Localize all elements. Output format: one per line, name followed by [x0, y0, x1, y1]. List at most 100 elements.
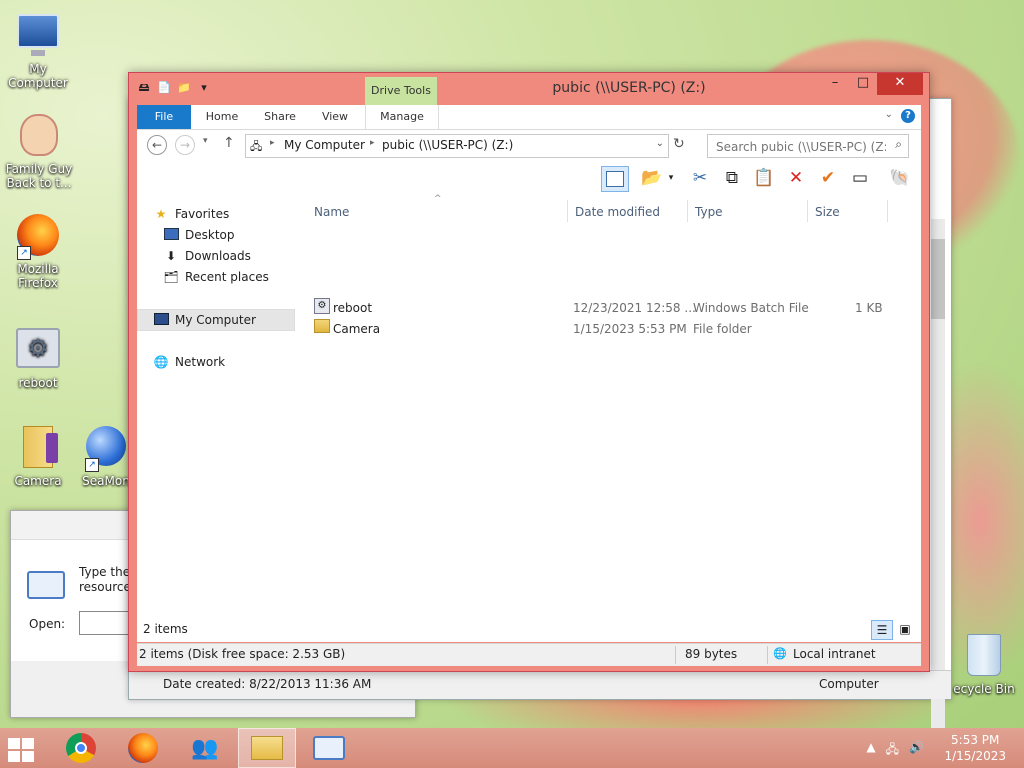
search-box[interactable]: ⌕ [707, 134, 909, 158]
tab-manage[interactable]: Manage [365, 105, 439, 129]
taskbar-file-explorer[interactable] [238, 728, 296, 768]
taskbar-chrome[interactable] [52, 728, 110, 768]
back-button[interactable]: ← [147, 135, 167, 155]
explorer-window[interactable]: 🖴 📄 📁 ▾ Drive Tools pubic (\\USER-PC) (Z… [128, 72, 930, 672]
nav-desktop[interactable]: Desktop [163, 225, 235, 245]
paste-icon[interactable]: 📋 [751, 166, 777, 190]
details-bar: 2 items (Disk free space: 2.53 GB) 89 by… [137, 643, 921, 666]
volume-icon[interactable]: 🔊 [909, 740, 924, 761]
tab-view[interactable]: View [313, 105, 357, 129]
address-bar[interactable]: 🖧 ▸ My Computer ▸ pubic (\\USER-PC) (Z:)… [245, 134, 669, 158]
expand-ribbon-icon[interactable]: ⌄ [885, 109, 893, 120]
customize-qat-icon[interactable]: ▾ [197, 81, 211, 95]
recent-locations-icon[interactable]: ▾ [203, 136, 208, 146]
column-divider[interactable] [887, 200, 888, 222]
preview-pane-icon[interactable] [601, 166, 629, 192]
shell-icon[interactable]: 🐚 [887, 166, 913, 190]
properties-icon[interactable]: ▭ [847, 166, 873, 190]
firefox-icon [128, 733, 158, 763]
breadcrumb-drive[interactable]: pubic (\\USER-PC) (Z:) [382, 138, 513, 152]
up-button[interactable]: ↑ [223, 135, 235, 151]
column-divider[interactable] [687, 200, 688, 222]
desktop-icon-family-guy[interactable]: Family Guy Back to t... [0, 112, 80, 190]
taskbar-users[interactable]: 👥 [176, 728, 234, 768]
title-bar[interactable]: 🖴 📄 📁 ▾ Drive Tools pubic (\\USER-PC) (Z… [129, 73, 929, 107]
nav-recent-places[interactable]: 🗂 Recent places [163, 267, 268, 287]
nav-favorites[interactable]: ★ Favorites [153, 204, 230, 224]
breadcrumb-my-computer[interactable]: My Computer [284, 138, 365, 152]
windows-logo-icon [22, 738, 34, 749]
computer-zone-text: Computer [819, 677, 879, 691]
taskbar-firefox[interactable] [114, 728, 172, 768]
chevron-right-icon: ▸ [370, 138, 375, 148]
ribbon-tabs: File Home Share View Manage ⌄ ? [137, 105, 921, 130]
search-icon[interactable]: ⌕ [895, 137, 902, 152]
copy-icon[interactable]: ⧉ [719, 166, 745, 190]
column-header-size[interactable]: Size [815, 202, 840, 222]
desktop-icon-recycle-bin[interactable]: ecycle Bin [944, 632, 1024, 696]
column-header-type[interactable]: Type [695, 202, 723, 222]
address-dropdown-icon[interactable]: ⌄ [656, 138, 664, 149]
nav-downloads[interactable]: ⬇ Downloads [163, 246, 251, 266]
column-header-name[interactable]: Name [314, 202, 349, 222]
desktop-icon-seamonkey[interactable]: ↗ SeaMon [76, 424, 136, 488]
network-status-icon[interactable]: 🖧 [886, 740, 899, 761]
desktop-icon-my-computer[interactable]: My Computer [0, 10, 78, 90]
folder-options-icon[interactable]: 📂 [639, 166, 665, 190]
column-header-date-modified[interactable]: Date modified [575, 202, 660, 222]
details-view-icon[interactable]: ☰ [871, 620, 893, 640]
desktop-icon-label: reboot [18, 376, 58, 390]
column-divider[interactable] [567, 200, 568, 222]
desktop-icon-label: ecycle Bin [953, 682, 1015, 696]
nav-my-computer[interactable]: My Computer [153, 310, 256, 330]
run-dialog-text: Type the resource, [79, 565, 135, 594]
file-date: 1/15/2023 5:53 PM [573, 322, 687, 336]
folder-options-dropdown-icon[interactable]: ▾ [665, 166, 677, 190]
shortcut-arrow-icon: ↗ [17, 246, 31, 260]
run-icon [313, 736, 345, 760]
rename-check-icon[interactable]: ✔ [815, 166, 841, 190]
file-row-reboot[interactable]: ⚙ reboot 12/23/2021 12:58 ... Windows Ba… [307, 298, 907, 318]
delete-icon[interactable]: ✕ [783, 166, 809, 190]
cut-icon[interactable]: ✂ [687, 166, 713, 190]
start-button[interactable] [6, 736, 36, 762]
maximize-button[interactable]: □ [849, 73, 877, 95]
desktop-icon-firefox[interactable]: ↗ Mozilla Firefox [0, 214, 78, 290]
sort-ascending-icon: ^ [434, 194, 442, 204]
desktop-icon-reboot[interactable]: ⚙ reboot [0, 324, 78, 390]
folder-icon [23, 426, 58, 468]
divider [675, 646, 676, 664]
refresh-icon[interactable]: ↻ [673, 136, 685, 152]
close-button[interactable]: ✕ [877, 73, 923, 95]
clock[interactable]: 5:53 PM 1/15/2023 [944, 732, 1006, 764]
content-area: ★ Favorites Desktop ⬇ Downloads 🗂 Recent… [137, 194, 921, 614]
file-row-camera[interactable]: Camera 1/15/2023 5:53 PM File folder [307, 319, 907, 339]
batch-file-icon: ⚙ [16, 328, 60, 368]
new-folder-icon[interactable]: 📁 [177, 81, 191, 95]
column-divider[interactable] [807, 200, 808, 222]
taskbar: 👥 ▲ 🖧 🔊 5:53 PM 1/15/2023 [0, 728, 1024, 768]
address-row: ← → ▾ ↑ 🖧 ▸ My Computer ▸ pubic (\\USER-… [137, 130, 921, 162]
window-title: pubic (\\USER-PC) (Z:) [552, 80, 706, 96]
selection-size-text: 89 bytes [685, 647, 738, 661]
items-count: 2 items [143, 622, 188, 636]
nav-network[interactable]: 🌐 Network [153, 352, 226, 372]
tab-home[interactable]: Home [197, 105, 247, 129]
file-explorer-icon [251, 736, 283, 760]
large-icons-view-icon[interactable]: ▣ [895, 620, 915, 638]
minimize-button[interactable]: – [821, 73, 849, 95]
properties-icon[interactable]: 📄 [157, 81, 171, 95]
show-hidden-icons-icon[interactable]: ▲ [866, 740, 875, 761]
tab-share[interactable]: Share [255, 105, 305, 129]
desktop-icon-camera[interactable]: Camera [0, 424, 78, 488]
scrollbar-thumb[interactable] [931, 239, 945, 319]
help-icon[interactable]: ? [901, 109, 915, 123]
taskbar-run[interactable] [300, 728, 358, 768]
zone-text: Local intranet [793, 647, 876, 661]
search-input[interactable] [714, 137, 888, 157]
forward-button[interactable]: → [175, 135, 195, 155]
clock-time: 5:53 PM [951, 733, 1000, 747]
tab-file[interactable]: File [137, 105, 191, 129]
clock-date: 1/15/2023 [944, 749, 1006, 763]
intranet-icon: 🌐 [773, 647, 787, 660]
